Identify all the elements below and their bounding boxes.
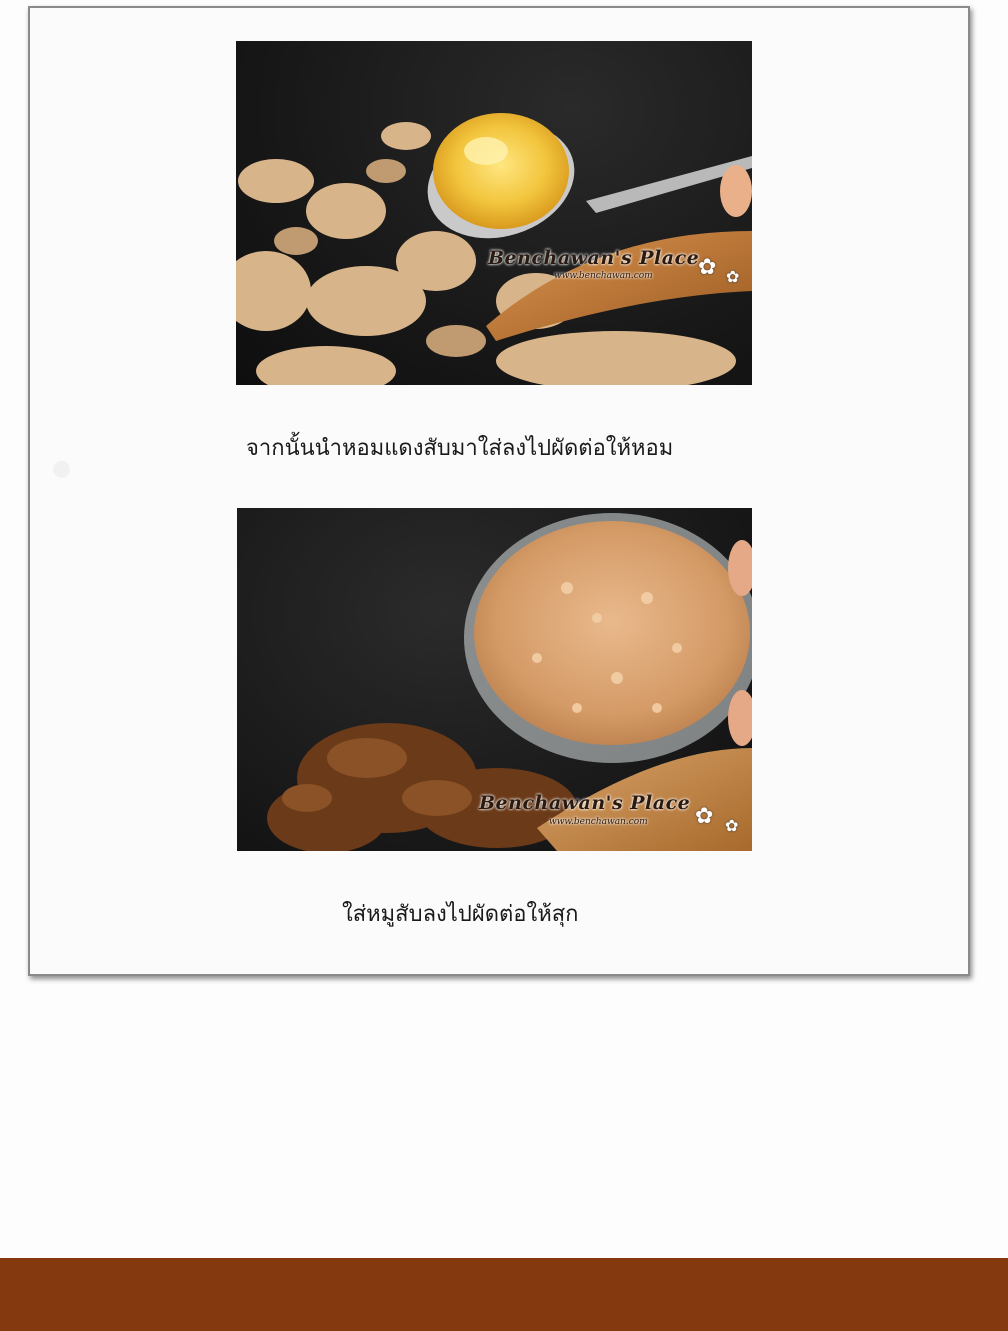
recipe-card: ● Benchawan's Place www.benchawan.com ✿ … <box>28 6 970 976</box>
flower-icon: ✿ <box>698 255 717 280</box>
page-footer <box>0 1258 1008 1331</box>
watermark-url: www.benchawan.com <box>554 271 653 281</box>
step-caption: ใส่หมูสับลงไปผัดต่อให้สุก <box>342 902 579 927</box>
watermark-title: Benchawan's Place <box>479 792 691 814</box>
photo-illustration <box>236 113 752 385</box>
watermark-url: www.benchawan.com <box>549 817 648 827</box>
flower-icon: ✿ <box>725 816 739 835</box>
flower-icon: ✿ <box>695 804 714 829</box>
step-caption: จากนั้นนำหอมแดงสับมาใส่ลงไปผัดต่อให้หอม <box>246 436 674 461</box>
watermark: Benchawan's Place www.benchawan.com <box>488 247 700 281</box>
recipe-photo-minced-pork: Benchawan's Place www.benchawan.com ✿ ✿ <box>237 508 752 851</box>
flower-icon: ✿ <box>726 267 740 286</box>
recipe-photo-shallot-paste: Benchawan's Place www.benchawan.com ✿ ✿ <box>236 41 752 385</box>
watermark: Benchawan's Place www.benchawan.com <box>479 792 691 827</box>
watermark-title: Benchawan's Place <box>488 247 700 269</box>
